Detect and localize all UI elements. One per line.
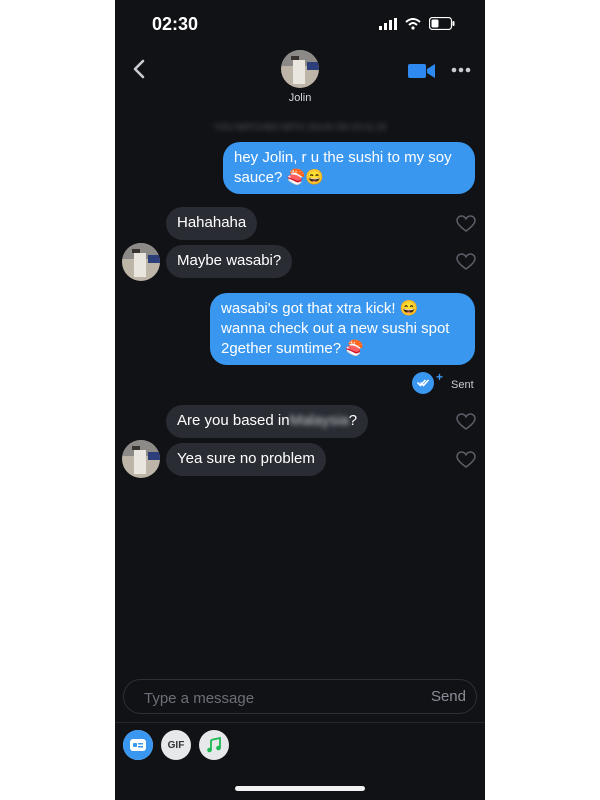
message-incoming[interactable]: Hahahaha xyxy=(166,207,258,240)
contact-avatar[interactable] xyxy=(281,50,319,88)
heart-icon[interactable] xyxy=(456,215,476,233)
gif-button[interactable]: GIF xyxy=(161,730,191,760)
gif-label: GIF xyxy=(167,739,185,751)
heart-icon[interactable] xyxy=(456,451,476,469)
status-icons xyxy=(379,17,455,30)
chat-screen: 02:30 Jolin YOU MATCHED WITH JOLIN ON 23… xyxy=(115,0,485,800)
message-text-line: wanna check out a new sushi spot xyxy=(221,320,450,337)
status-time: 02:30 xyxy=(152,14,199,34)
message-incoming[interactable]: Are you based inMalaysia? xyxy=(166,405,369,438)
message-text: Hahahaha xyxy=(177,214,247,231)
message-text-line: 2gether sumtime? 🍣 xyxy=(221,340,364,357)
message-incoming[interactable]: Yea sure no problem xyxy=(166,443,326,476)
message-input[interactable] xyxy=(142,687,396,709)
delivery-status: Sent xyxy=(451,379,474,391)
message-text: Are you based in xyxy=(177,412,290,429)
home-indicator[interactable] xyxy=(235,786,365,791)
sticker-button[interactable] xyxy=(123,730,153,760)
message-text-line: sauce? 🍣😄 xyxy=(234,169,324,186)
message-text-redacted: Malaysia xyxy=(289,412,349,429)
message-text-line: wasabi's got that xtra kick! 😄 xyxy=(221,300,419,317)
back-chevron-icon[interactable] xyxy=(129,58,151,80)
plus-icon: + xyxy=(436,370,444,384)
read-receipt-icon xyxy=(412,372,434,394)
message-text: Yea sure no problem xyxy=(177,450,315,467)
music-button[interactable] xyxy=(199,730,229,760)
message-text-line: hey Jolin, r u the sushi to my soy xyxy=(234,149,452,166)
message-composer: Send xyxy=(123,679,477,714)
contact-avatar[interactable] xyxy=(122,243,160,281)
message-incoming[interactable]: Maybe wasabi? xyxy=(166,245,293,278)
wifi-icon xyxy=(405,17,421,30)
video-call-icon[interactable] xyxy=(408,62,436,80)
message-outgoing[interactable]: hey Jolin, r u the sushi to my soy sauce… xyxy=(223,142,475,194)
message-outgoing[interactable]: wasabi's got that xtra kick! 😄 wanna che… xyxy=(210,293,475,365)
match-banner: YOU MATCHED WITH JOLIN ON 23.01.25 xyxy=(213,122,387,132)
sticker-icon xyxy=(123,730,153,760)
contact-name[interactable]: Jolin xyxy=(115,92,485,104)
message-text: ? xyxy=(348,412,358,429)
send-button[interactable]: Send xyxy=(431,688,466,705)
battery-icon xyxy=(429,17,455,30)
heart-icon[interactable] xyxy=(456,413,476,431)
divider xyxy=(115,722,485,723)
message-text: Maybe wasabi? xyxy=(177,252,282,269)
more-options-icon[interactable] xyxy=(451,67,471,73)
music-icon xyxy=(207,737,221,753)
heart-icon[interactable] xyxy=(456,253,476,271)
contact-avatar[interactable] xyxy=(122,440,160,478)
signal-icon xyxy=(379,17,397,30)
